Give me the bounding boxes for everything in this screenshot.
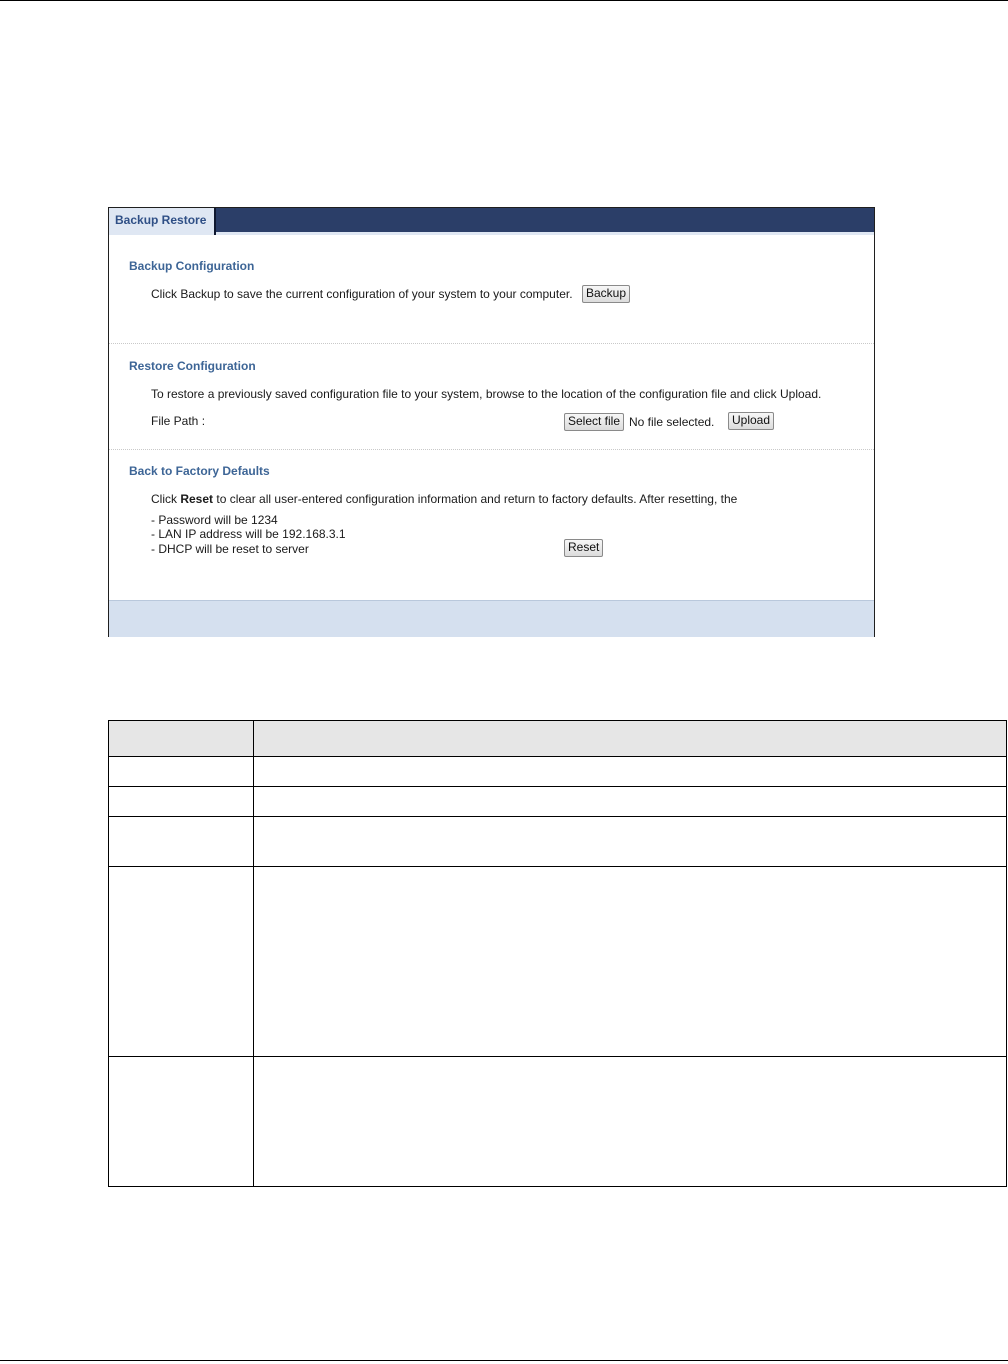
factory-desc-prefix: Click xyxy=(151,492,181,506)
table-cell xyxy=(108,756,254,787)
table-header-row xyxy=(108,720,1007,757)
tab-bar xyxy=(109,208,874,232)
factory-item-password: - Password will be 1234 xyxy=(151,513,278,527)
backup-restore-screen: Backup Restore Backup Configuration Clic… xyxy=(108,207,875,637)
select-file-button[interactable]: Select file xyxy=(564,413,625,431)
tab-bar-underline xyxy=(216,232,874,235)
factory-desc-bold: Reset xyxy=(180,492,214,506)
table-cell xyxy=(253,786,1007,817)
restore-section-title: Restore Configuration xyxy=(129,359,256,373)
factory-section-title: Back to Factory Defaults xyxy=(129,464,270,478)
factory-item-dhcp: - DHCP will be reset to server xyxy=(151,542,309,556)
backup-button[interactable]: Backup xyxy=(582,285,631,303)
table-row xyxy=(108,1056,1007,1187)
table-cell xyxy=(108,786,254,817)
table-cell xyxy=(253,816,1007,867)
table-row xyxy=(108,866,1007,1057)
reset-button[interactable]: Reset xyxy=(564,539,604,557)
table-header-cell xyxy=(253,720,1007,757)
section-divider xyxy=(109,343,874,344)
backup-section-title: Backup Configuration xyxy=(129,259,255,273)
file-status: No file selected. xyxy=(629,415,715,429)
file-path-label: File Path : xyxy=(151,414,206,428)
page-top-rule xyxy=(0,0,1008,1)
tab-backup-restore[interactable]: Backup Restore xyxy=(109,208,216,235)
table-cell xyxy=(253,866,1007,1057)
table-header-cell xyxy=(108,720,254,757)
upload-button[interactable]: Upload xyxy=(728,412,775,430)
section-divider xyxy=(109,449,874,450)
table-row xyxy=(108,816,1007,867)
table-cell xyxy=(108,866,254,1057)
factory-desc-suffix: to clear all user-entered configuration … xyxy=(213,492,738,506)
table-cell xyxy=(108,1056,254,1187)
table-cell xyxy=(253,1056,1007,1187)
backup-description: Click Backup to save the current configu… xyxy=(151,287,573,301)
table-row xyxy=(108,786,1007,817)
restore-description: To restore a previously saved configurat… xyxy=(151,387,822,401)
table-cell xyxy=(108,816,254,867)
reference-table xyxy=(108,720,1007,1187)
table-row xyxy=(108,756,1007,787)
footer-bar xyxy=(109,600,874,637)
page-bottom-rule xyxy=(0,1360,1008,1361)
factory-item-lan-ip: - LAN IP address will be 192.168.3.1 xyxy=(151,527,346,541)
table-cell xyxy=(253,756,1007,787)
factory-description: Click Reset to clear all user-entered co… xyxy=(151,492,737,506)
